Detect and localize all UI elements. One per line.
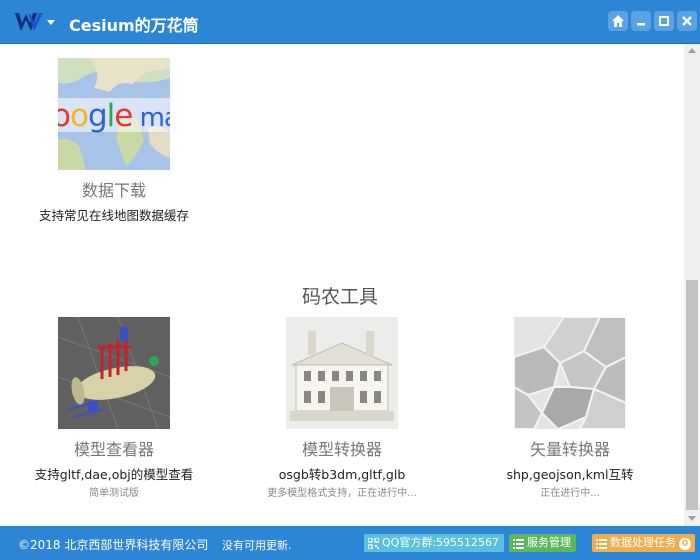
menu-caret-icon[interactable] (47, 20, 55, 25)
section-heading: 码农工具 (301, 286, 378, 308)
data-download-thumbnail[interactable]: oogle map (58, 58, 170, 170)
data-tasks-label: 数据处理任务 (610, 536, 676, 549)
close-button[interactable] (677, 11, 697, 31)
w-logo-icon[interactable] (14, 10, 44, 34)
google-maps-wordmark: oogle map (58, 98, 170, 134)
update-status: 没有可用更新. (222, 539, 292, 552)
pipe-model-image (58, 317, 170, 429)
app-title: Cesium的万花筒 (69, 16, 199, 35)
model-viewer-note: 简单测试版 (89, 488, 139, 499)
scroll-down-arrow-icon[interactable] (688, 516, 696, 521)
data-download-description: 支持常见在线地图数据缓存 (38, 208, 189, 223)
model-viewer-title[interactable]: 模型查看器 (14, 436, 214, 460)
minimize-icon (637, 23, 645, 26)
maximize-icon (659, 16, 669, 26)
vector-converter-description: shp,geojson,kml互转 (506, 467, 634, 482)
home-button[interactable] (608, 11, 628, 31)
model-viewer-description: 支持gltf,dae,obj的模型查看 (34, 467, 194, 482)
scroll-up-arrow-icon[interactable] (688, 48, 696, 53)
content-area: oogle map 数据下载 支持常见在线地图数据缓存 码农工具 模型查看器 支… (0, 44, 700, 526)
footer-bar: ©2018 北京西部世界科技有限公司 没有可用更新. QQ官方群:5955125… (0, 526, 700, 560)
model-viewer-thumbnail[interactable] (58, 317, 170, 429)
model-converter-title[interactable]: 模型转换器 (242, 436, 442, 460)
maximize-button[interactable] (654, 11, 674, 31)
service-management-label: 服务管理 (527, 536, 571, 549)
building-model-image (286, 317, 398, 429)
qr-code-icon (368, 538, 379, 549)
close-icon (682, 16, 692, 26)
title-bar: Cesium的万花筒 (0, 0, 700, 44)
vector-map-image (514, 317, 626, 429)
vector-converter-thumbnail[interactable] (514, 317, 626, 429)
data-download-title[interactable]: 数据下载 (14, 177, 214, 201)
task-count-badge: 0 (679, 538, 691, 550)
service-management-button[interactable]: 服务管理 (509, 534, 576, 552)
model-converter-thumbnail[interactable] (286, 317, 398, 429)
model-converter-note: 更多模型格式支持，正在进行中... (267, 488, 417, 499)
list-icon (596, 539, 607, 549)
scrollbar-thumb[interactable] (686, 280, 698, 510)
vector-converter-title[interactable]: 矢量转换器 (470, 436, 670, 460)
minimize-button[interactable] (631, 11, 651, 31)
copyright-text: ©2018 北京西部世界科技有限公司 (18, 538, 209, 552)
model-converter-description: osgb转b3dm,gltf,glb (278, 467, 406, 482)
qq-group-label: QQ官方群:595512567 (382, 536, 500, 549)
home-icon (612, 15, 624, 27)
qq-group-button[interactable]: QQ官方群:595512567 (364, 534, 505, 552)
vector-converter-note: 正在进行中... (540, 488, 600, 499)
list-icon (513, 539, 524, 549)
data-tasks-button[interactable]: 数据处理任务 0 (592, 534, 695, 552)
